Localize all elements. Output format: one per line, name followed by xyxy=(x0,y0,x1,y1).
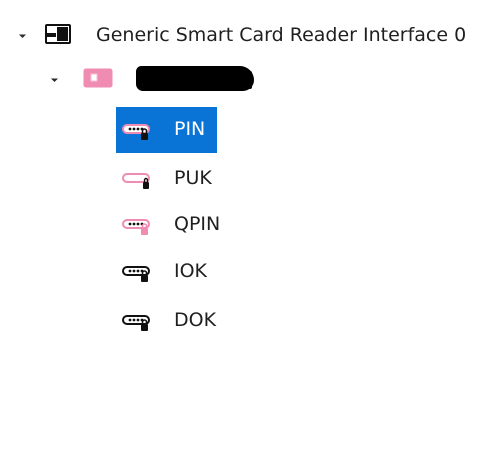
redaction-mark xyxy=(244,71,252,89)
iok-key-icon xyxy=(122,263,154,288)
tree-item-label: Generic Smart Card Reader Interface 0 xyxy=(96,24,467,46)
expand-collapse-icon[interactable] xyxy=(50,74,59,83)
tree-item-label: DOK xyxy=(174,309,217,331)
smart-card-reader-icon xyxy=(45,22,77,51)
tree-item-iok[interactable]: IOK xyxy=(116,249,246,295)
tree-item-puk[interactable]: PUK xyxy=(116,156,236,202)
tree-item-label: IOK xyxy=(174,260,208,282)
puk-key-icon xyxy=(122,170,154,195)
smart-card-tree-view: Generic Smart Card Reader Interface 0 PI… xyxy=(0,0,504,468)
tree-item-dok[interactable]: DOK xyxy=(116,298,246,344)
tree-item-qpin[interactable]: QPIN xyxy=(116,202,256,248)
tree-item-reader[interactable]: Generic Smart Card Reader Interface 0 xyxy=(14,14,504,56)
tree-item-label: PUK xyxy=(174,167,212,189)
tree-item-card[interactable] xyxy=(48,58,308,100)
tree-item-label: PIN xyxy=(174,118,206,140)
redacted-card-label xyxy=(136,66,254,91)
tree-item-label: QPIN xyxy=(174,213,221,235)
expand-collapse-icon[interactable] xyxy=(18,30,27,39)
dok-key-icon xyxy=(122,312,154,337)
qpin-key-icon xyxy=(122,216,154,241)
smart-card-icon xyxy=(83,68,113,93)
pin-key-icon xyxy=(122,121,154,146)
tree-item-pin[interactable]: PIN xyxy=(116,107,217,153)
